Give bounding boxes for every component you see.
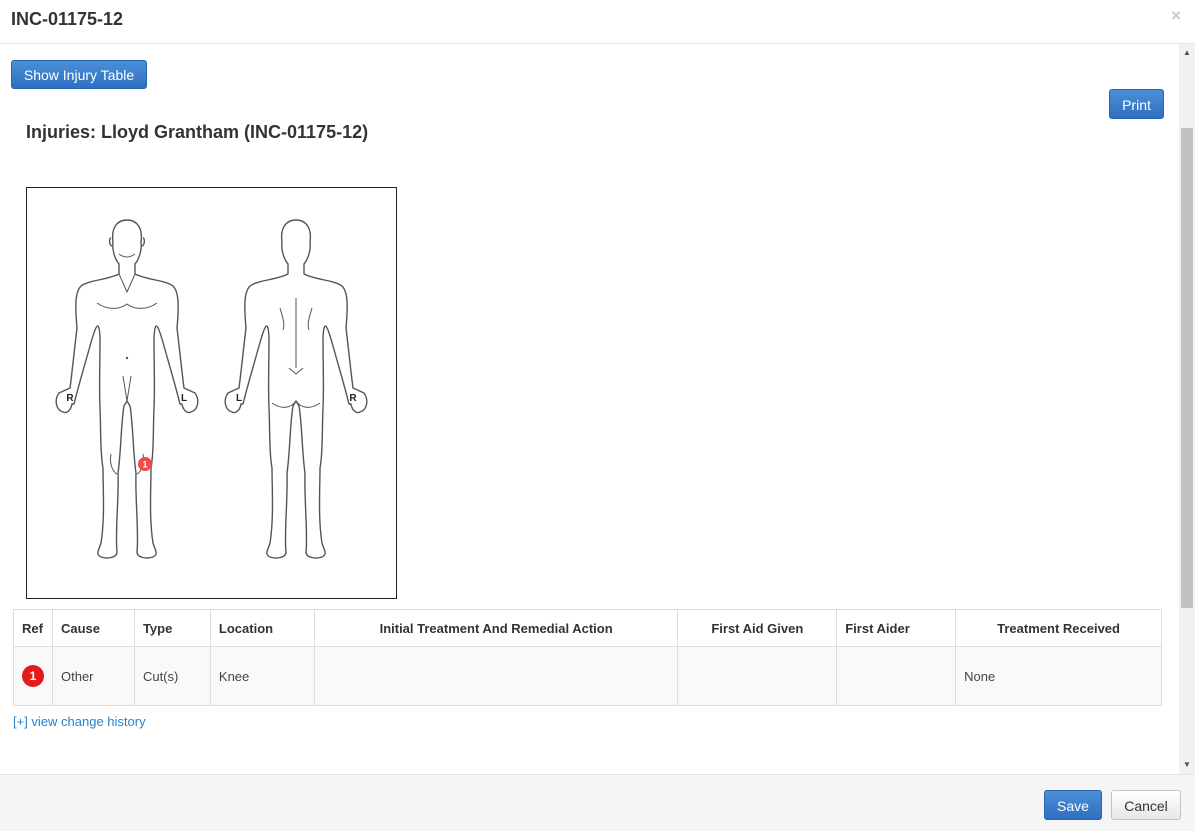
- show-injury-table-button[interactable]: Show Injury Table: [11, 60, 147, 89]
- cell-cause: Other: [52, 646, 135, 706]
- cell-type: Cut(s): [133, 646, 211, 706]
- scroll-down-icon[interactable]: ▼: [1179, 758, 1195, 772]
- cancel-button[interactable]: Cancel: [1111, 790, 1181, 820]
- cell-first-aid-given: [677, 646, 838, 706]
- cell-first-aider: [836, 646, 957, 706]
- modal-title: INC-01175-12: [11, 9, 124, 29]
- col-first-aider: First Aider: [836, 609, 957, 647]
- injury-table: Ref Cause Type Location Initial Treatmen…: [13, 609, 1162, 706]
- injury-marker[interactable]: 1: [138, 457, 152, 471]
- ref-badge: 1: [22, 665, 44, 687]
- view-change-history-link[interactable]: [+] view change history: [13, 714, 146, 729]
- body-diagram-svg: R L L R 1: [55, 219, 368, 559]
- back-right-hand-label: R: [349, 393, 357, 404]
- injury-marker-label: 1: [142, 460, 147, 470]
- modal-header: INC-01175-12 ×: [0, 0, 1195, 44]
- cell-treatment-received: None: [955, 646, 1162, 706]
- front-figure: [55, 219, 199, 559]
- modal-body: Show Injury Table Print Injuries: Lloyd …: [0, 44, 1195, 774]
- front-left-hand-label: L: [181, 393, 187, 404]
- scroll-thumb[interactable]: [1181, 128, 1193, 608]
- cell-location: Knee: [209, 646, 315, 706]
- modal-footer: Save Cancel: [0, 774, 1195, 831]
- body-diagram[interactable]: R L L R 1: [26, 187, 397, 599]
- col-initial-treatment: Initial Treatment And Remedial Action: [313, 609, 679, 647]
- cell-initial-treatment: [313, 646, 679, 706]
- injury-modal: INC-01175-12 × Show Injury Table Print I…: [0, 0, 1195, 831]
- back-left-hand-label: L: [236, 393, 242, 404]
- col-cause: Cause: [52, 609, 135, 647]
- col-ref: Ref: [13, 609, 53, 647]
- save-button[interactable]: Save: [1044, 790, 1102, 820]
- front-right-hand-label: R: [66, 393, 74, 404]
- col-location: Location: [209, 609, 315, 647]
- table-header-row: Ref Cause Type Location Initial Treatmen…: [13, 609, 1162, 647]
- col-treatment-received: Treatment Received: [955, 609, 1162, 647]
- scrollbar[interactable]: ▲ ▼: [1179, 44, 1195, 774]
- injuries-heading: Injuries: Lloyd Grantham (INC-01175-12): [26, 122, 369, 142]
- cell-ref: 1: [13, 646, 53, 706]
- table-row[interactable]: 1 Other Cut(s) Knee None: [13, 646, 1162, 706]
- print-button[interactable]: Print: [1109, 89, 1164, 119]
- scroll-up-icon[interactable]: ▲: [1179, 46, 1195, 60]
- col-type: Type: [133, 609, 211, 647]
- back-figure: [224, 219, 368, 559]
- col-first-aid-given: First Aid Given: [677, 609, 838, 647]
- close-icon[interactable]: ×: [1171, 6, 1181, 26]
